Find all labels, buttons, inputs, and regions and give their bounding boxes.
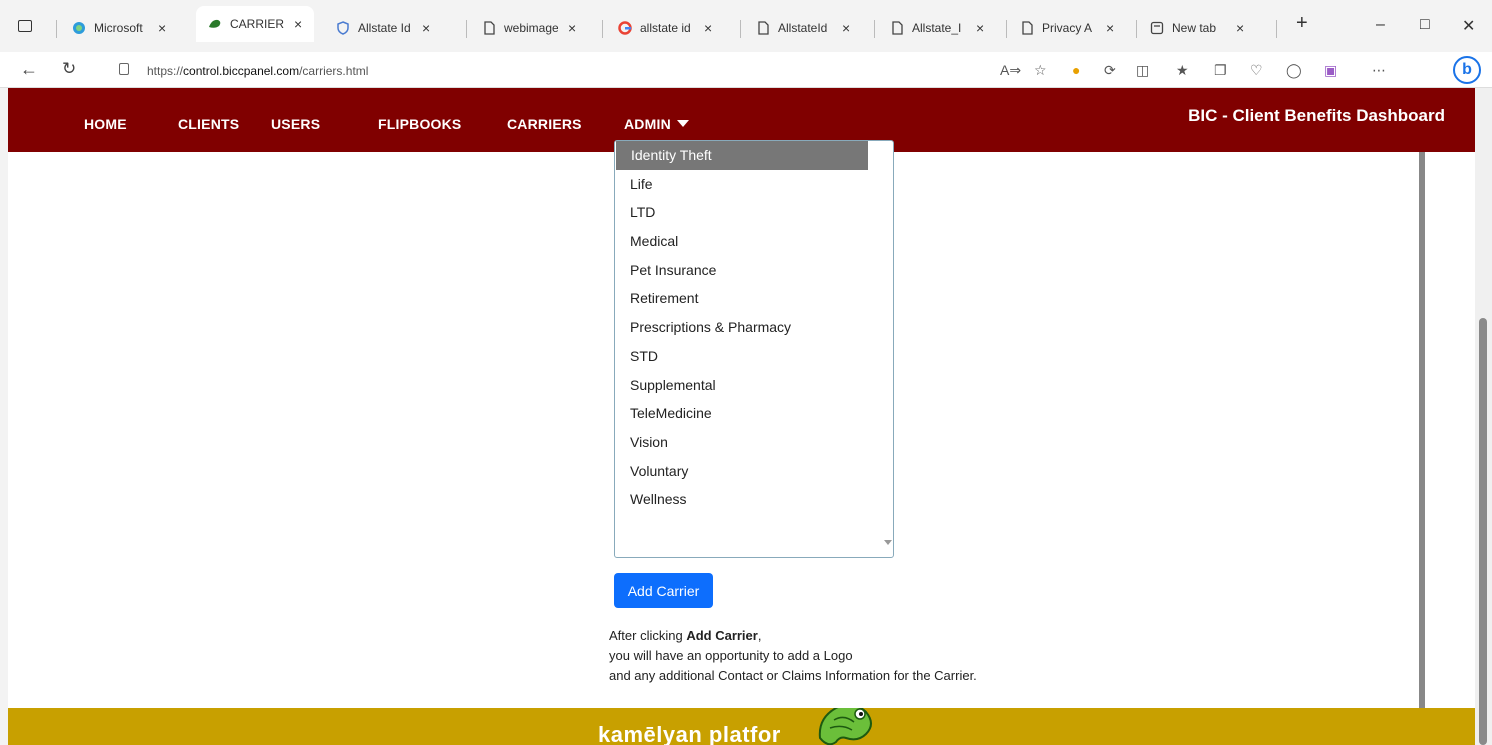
category-option[interactable]: Vision [615,428,893,457]
brand-title: BIC - Client Benefits Dashboard [1188,106,1445,125]
page-icon [890,21,904,35]
tab-actions-icon[interactable] [18,20,32,32]
restore-icon[interactable]: □ [1420,16,1430,34]
tab-separator [56,20,57,38]
inner-scrollbar[interactable] [1419,152,1425,708]
footer-brand: kamēlyan platfor [598,722,781,745]
category-option[interactable]: Voluntary [615,457,893,486]
close-icon[interactable]: × [704,20,712,36]
page-icon [1020,21,1034,35]
profile-icon[interactable]: ◯ [1286,62,1302,79]
tab-new-tab[interactable]: New tab × [1150,16,1244,40]
category-option[interactable]: Life [615,170,893,199]
category-option[interactable]: TeleMedicine [615,399,893,428]
google-icon [618,21,632,35]
address-bar-row: ← ↻ https://control.biccpanel.com/carrie… [0,52,1492,88]
close-icon[interactable]: × [568,20,576,36]
newtab-icon [1150,21,1164,35]
tab-microsoft[interactable]: Microsoft × [72,16,166,40]
chameleon-icon [208,17,222,31]
category-option[interactable]: Supplemental [615,371,893,400]
more-menu-icon[interactable]: ⋯ [1372,62,1386,79]
category-option[interactable]: LTD [615,198,893,227]
window-close-icon[interactable]: ✕ [1462,16,1475,36]
close-icon[interactable]: × [842,20,850,36]
tab-separator [1136,20,1137,38]
tab-separator [1006,20,1007,38]
nav-clients[interactable]: CLIENTS [178,116,239,132]
tab-privacy[interactable]: Privacy A × [1020,16,1114,40]
category-option[interactable]: Pet Insurance [615,256,893,285]
close-icon[interactable]: × [1236,20,1244,36]
tab-allstate-id-search[interactable]: allstate id × [618,16,712,40]
alert-icon[interactable]: ● [1072,62,1080,78]
category-option[interactable]: Retirement [615,284,893,313]
page-scrollbar-thumb[interactable] [1479,318,1487,745]
collections-icon[interactable]: ❐ [1214,62,1227,79]
refresh-icon[interactable]: ↻ [62,59,76,79]
add-carrier-button[interactable]: Add Carrier [614,573,713,608]
category-option[interactable]: STD [615,342,893,371]
favorites-icon[interactable]: ★ [1176,62,1189,79]
url-field[interactable]: https://control.biccpanel.com/carriers.h… [103,58,983,84]
chameleon-logo-icon [818,708,872,745]
nav-home[interactable]: HOME [84,116,127,132]
page-icon [756,21,770,35]
category-option[interactable]: Medical [615,227,893,256]
footer-banner: kamēlyan platfor [8,708,1475,745]
minimize-icon[interactable]: – [1376,16,1385,34]
category-options: Identity Theft Life LTD Medical Pet Insu… [615,141,893,514]
split-screen-icon[interactable]: ◫ [1136,62,1149,79]
close-icon[interactable]: × [422,20,430,36]
new-tab-button[interactable]: + [1296,12,1308,35]
tab-allstateid[interactable]: AllstateId × [756,16,850,40]
edge-icon [72,21,86,35]
copilot-icon[interactable]: ▣ [1324,62,1337,79]
close-icon[interactable]: × [976,20,984,36]
close-icon[interactable]: × [294,16,302,32]
category-option[interactable]: Wellness [615,485,893,514]
category-option-selected[interactable]: Identity Theft [616,141,868,170]
tab-separator [874,20,875,38]
page-icon [482,21,496,35]
tab-separator [602,20,603,38]
tab-allstate-underscore[interactable]: Allstate_I × [890,16,984,40]
listbox-scroll-down-icon[interactable] [884,540,892,545]
nav-admin[interactable]: ADMIN [624,116,689,132]
performance-icon[interactable]: ♡ [1250,62,1263,79]
nav-flipbooks[interactable]: FLIPBOOKS [378,116,461,132]
read-aloud-icon[interactable]: A⇒ [1000,62,1021,79]
favorite-star-icon[interactable]: ☆ [1034,62,1047,79]
tab-separator [740,20,741,38]
bing-icon[interactable]: b [1453,56,1481,84]
back-icon[interactable]: ← [20,59,38,80]
category-listbox[interactable]: Identity Theft Life LTD Medical Pet Insu… [614,140,894,558]
extensions-icon[interactable]: ⟳ [1104,62,1116,79]
tab-carriers[interactable]: CARRIERS × [196,6,315,42]
add-carrier-help-text: After clicking Add Carrier, you will hav… [609,628,977,683]
web-page: HOME CLIENTS USERS FLIPBOOKS CARRIERS AD… [8,88,1475,745]
nav-users[interactable]: USERS [271,116,320,132]
tab-separator [1276,20,1277,38]
close-icon[interactable]: × [1106,20,1114,36]
tab-webimage[interactable]: webimage × [482,16,576,40]
tab-allstate-id[interactable]: Allstate Id × [336,16,430,40]
shield-icon [336,21,350,35]
category-option[interactable]: Prescriptions & Pharmacy [615,313,893,342]
browser-tab-strip: Microsoft × CARRIERS × Allstate Id × web… [0,0,1492,52]
close-icon[interactable]: × [158,20,166,36]
nav-carriers[interactable]: CARRIERS [507,116,582,132]
tab-separator [466,20,467,38]
caret-down-icon [676,120,689,127]
